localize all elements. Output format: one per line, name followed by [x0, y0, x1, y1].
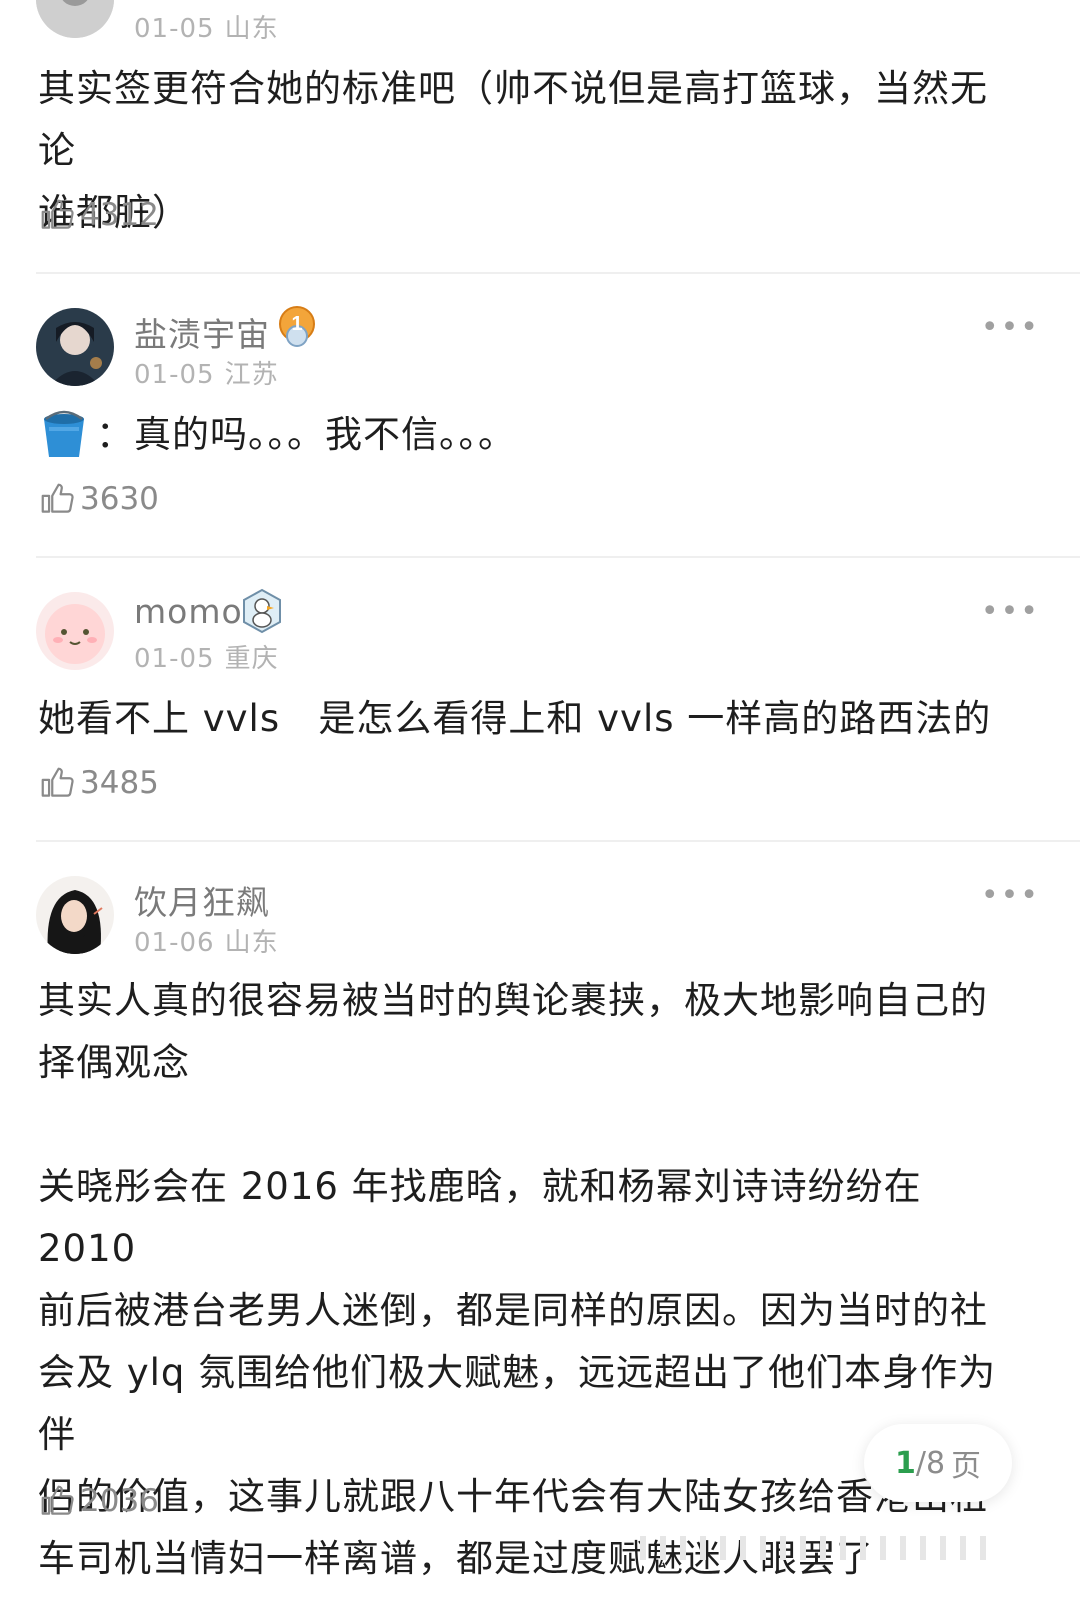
watermark-strip [620, 1528, 1080, 1568]
more-options-button[interactable]: ••• [981, 310, 1040, 345]
comment-text-line: 关晓彤会在 2016 年找鹿晗，就和杨幂刘诗诗纷纷在 2010 [38, 1165, 922, 1270]
avatar[interactable] [36, 592, 114, 670]
like-button[interactable]: 3485 [38, 764, 159, 802]
avatar-image-icon [36, 592, 114, 670]
thumbs-up-icon [41, 199, 74, 229]
comment-text-line: 谁都脏） [38, 191, 190, 234]
bucket-emoji-icon [44, 410, 84, 457]
comment-date: 01-06 [134, 928, 215, 958]
comment-text-line: 择偶观念 [38, 1041, 190, 1084]
comment-date: 01-05 [134, 644, 215, 674]
comment-location: 山东 [224, 928, 279, 958]
comment-text-line: 其实签更符合她的标准吧（帅不说但是高打篮球，当然无论 [38, 67, 988, 172]
avatar[interactable] [36, 308, 114, 386]
comment-text-line: 其实人真的很容易被当时的舆论裹挟，极大地影响自己的 [38, 979, 988, 1022]
comment-text-line: 前后被港台老男人迷倒，都是同样的原因。因为当时的社 [38, 1289, 988, 1332]
divider [36, 840, 1080, 842]
comment-location: 山东 [224, 14, 279, 44]
divider [36, 556, 1080, 558]
more-options-button[interactable]: ••• [981, 594, 1040, 629]
comment-text: ：真的吗。。。我不信。。。 [38, 404, 1020, 466]
like-count: 2036 [80, 1483, 159, 1519]
page-total: 8 [925, 1445, 946, 1481]
comment-meta: 01-06 山东 [134, 922, 289, 959]
like-count: 4312 [80, 197, 159, 233]
comment-meta: 01-05 山东 [134, 8, 289, 45]
avatar[interactable] [36, 876, 114, 954]
like-button[interactable]: 2036 [38, 1482, 159, 1520]
medal-badge-icon: 1 [279, 306, 315, 347]
avatar-image-icon [36, 308, 114, 386]
comment-text-line: ：真的吗。。。我不信。。。 [96, 413, 516, 456]
comment-text-line [38, 1094, 1020, 1156]
avatar-image-icon [36, 0, 114, 38]
comment-date: 01-05 [134, 14, 215, 44]
comment-meta: 01-05 江苏 [134, 354, 289, 391]
comment-location: 重庆 [224, 644, 279, 674]
like-count: 3485 [80, 765, 159, 801]
watermark-bars-icon [640, 1536, 986, 1560]
like-button[interactable]: 3630 [38, 480, 159, 518]
page-separator: / [915, 1445, 926, 1481]
like-button[interactable]: 4312 [38, 196, 159, 234]
thumbs-up-icon [41, 767, 74, 797]
comment-date: 01-05 [134, 360, 215, 390]
comment-meta: 01-05 重庆 [134, 638, 289, 675]
page-current: 1 [894, 1445, 916, 1481]
like-count: 3630 [80, 481, 159, 517]
svg-text:1: 1 [291, 313, 302, 335]
comment-text: 其实签更符合她的标准吧（帅不说但是高打篮球，当然无论 谁都脏） [38, 58, 1020, 244]
more-options-button[interactable]: ••• [981, 878, 1040, 913]
page-unit: 页 [951, 1449, 982, 1484]
page-indicator[interactable]: 1/8 页 [864, 1424, 1012, 1502]
comment-location: 江苏 [224, 360, 279, 390]
thumbs-up-icon [41, 1485, 74, 1515]
username[interactable]: 饮月狂飙 [134, 876, 270, 924]
level-badge: 1 [278, 304, 316, 350]
comment-text-line: 她看不上 vvls 是怎么看得上和 vvls 一样高的路西法的 [38, 697, 992, 740]
avatar-image-icon [36, 876, 114, 954]
divider [36, 272, 1080, 274]
avatar[interactable] [36, 0, 114, 38]
goose-badge-icon [243, 588, 281, 634]
comment-text: 其实人真的很容易被当时的舆论裹挟，极大地影响自己的 择偶观念 关晓彤会在 201… [38, 970, 1020, 1590]
username[interactable]: 盐渍宇宙 [134, 308, 270, 356]
thumbs-up-icon [41, 483, 74, 513]
comment-text: 她看不上 vvls 是怎么看得上和 vvls 一样高的路西法的 [38, 688, 1020, 750]
level-badge [240, 588, 284, 634]
username[interactable]: momo [134, 592, 243, 631]
